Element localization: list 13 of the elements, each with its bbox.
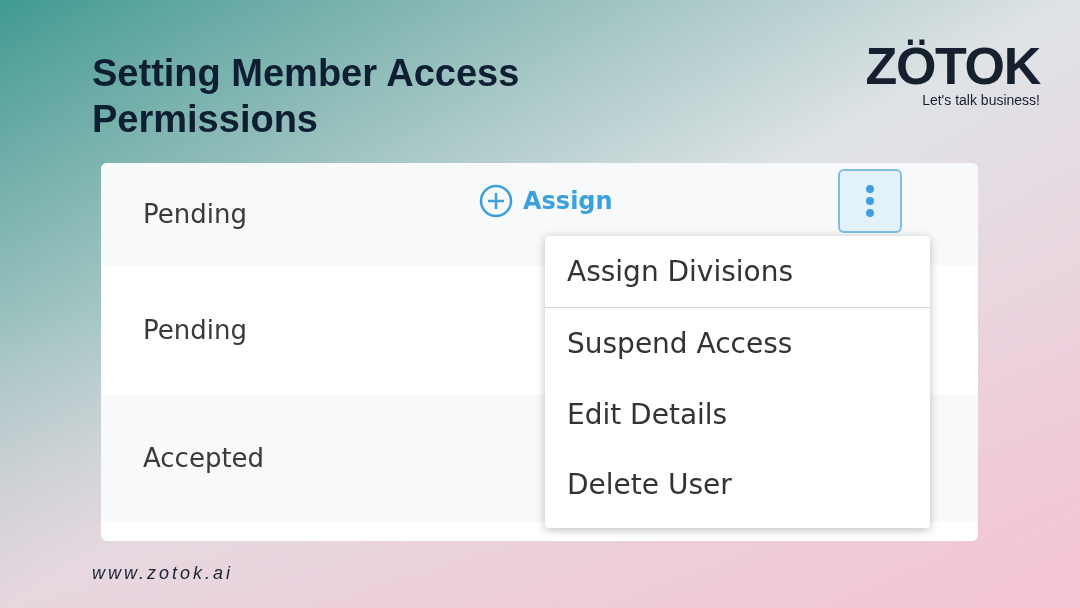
- menu-item[interactable]: Edit Details: [545, 380, 930, 450]
- status-text: Pending: [143, 197, 247, 231]
- status-text: Pending: [143, 313, 247, 347]
- website-url: www.zotok.ai: [92, 562, 234, 585]
- logo-tagline: Let's talk business!: [922, 91, 1040, 110]
- more-options-button[interactable]: [838, 169, 902, 233]
- plus-circle-icon: [479, 184, 513, 218]
- more-vertical-icon: [865, 184, 875, 218]
- logo: ZÖTOK: [865, 38, 1040, 94]
- menu-item[interactable]: Suspend Access: [545, 308, 930, 380]
- slide-title: Setting Member Access Permissions: [92, 51, 521, 142]
- status-text: Accepted: [143, 442, 265, 475]
- menu-item[interactable]: Delete User: [545, 450, 930, 520]
